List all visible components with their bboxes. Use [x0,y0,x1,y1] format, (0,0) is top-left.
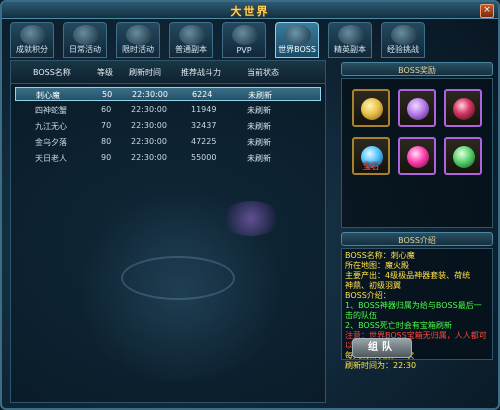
pink-crystal-icon [407,146,429,168]
intro-line: 1、BOSS神器归属为给与BOSS最后一击的队伍 [345,301,482,320]
recommended-power: 47225 [191,137,217,146]
reward-slot[interactable]: 宝石 [352,137,390,175]
crossed-swords-icon [232,25,258,45]
column-header-power: 推荐战斗力 [181,68,221,77]
reward-slot[interactable] [444,137,482,175]
reward-slot[interactable] [398,89,436,127]
table-row[interactable]: 刺心魔 50 22:30:00 6224 未刷新 [15,87,321,101]
gate-icon [179,25,205,45]
calendar-icon [73,25,99,45]
table-row[interactable]: 金乌夕落 80 22:30:00 47225 未刷新 [15,135,321,149]
boss-level: 80 [101,137,112,146]
status-text: 未刷新 [247,106,271,115]
tab-label: 限时活动 [122,45,154,54]
tab-label: 普通副本 [175,45,207,54]
green-feather-icon [453,146,475,168]
table-header: BOSS名称 等级 刷新时间 推荐战斗力 当前状态 [11,61,325,84]
boss-name: 金乌夕落 [35,138,67,147]
window-title: 大世界 [230,5,270,18]
column-header-name: BOSS名称 [33,68,71,77]
refresh-time: 22:30:00 [131,121,167,130]
intro-line: BOSS名称：刺心魔 [345,251,415,260]
rewards-header: BOSS奖励 [341,62,493,76]
tab-label: 日常活动 [69,45,101,54]
boss-name: 刺心魔 [36,91,60,100]
tab-daily-activities[interactable]: 日常活动 [63,22,107,58]
boss-name: 四神蛇蟹 [35,106,67,115]
scroll-icon [20,25,46,45]
star-icon [391,25,417,45]
intro-header: BOSS介绍 [341,232,493,246]
boss-level: 50 [102,90,113,99]
boss-name: 天日老人 [35,154,67,163]
column-header-time: 刷新时间 [129,68,161,77]
world-boss-window: 大世界 × 成就积分 日常活动 限时活动 普通副本 PVP 世界BOSS 精英副… [0,0,500,410]
background-ring [121,256,235,300]
tab-label: 成就积分 [16,45,48,54]
dragon-icon [285,25,311,45]
refresh-time: 22:30:00 [131,153,167,162]
boss-detail-panel: BOSS奖励 宝石 BOSS介绍 BOSS名称：刺心魔 所在地图：魔火殿 主要产… [337,60,496,403]
recommended-power: 11949 [191,105,217,114]
boss-level: 60 [101,105,112,114]
tab-label: 世界BOSS [278,45,316,54]
column-header-status: 当前状态 [247,68,279,77]
tab-elite-dungeon[interactable]: 精英副本 [328,22,372,58]
tab-normal-dungeon[interactable]: 普通副本 [169,22,213,58]
hourglass-icon [126,25,152,45]
reward-slot[interactable] [398,137,436,175]
tab-exp-challenge[interactable]: 经验挑战 [381,22,425,58]
status-text: 未刷新 [247,154,271,163]
close-button[interactable]: × [480,4,494,18]
intro-title: BOSS介绍 [398,236,436,245]
refresh-time: 22:30:00 [132,90,168,99]
boss-model-preview [221,201,281,236]
tab-label: 经验挑战 [387,45,419,54]
intro-line: 神鼎、初级羽翼 [345,281,401,290]
status-text: 未刷新 [247,122,271,131]
table-row[interactable]: 九江无心 70 22:30:00 32437 未刷新 [15,119,321,133]
refresh-time: 22:30:00 [131,105,167,114]
boss-level: 70 [101,121,112,130]
category-tabs: 成就积分 日常活动 限时活动 普通副本 PVP 世界BOSS 精英副本 经验挑战 [10,22,498,60]
tab-achievement-points[interactable]: 成就积分 [10,22,54,58]
refresh-time: 22:30:00 [131,137,167,146]
dark-orb-icon [453,98,475,120]
purple-wing-icon [407,98,429,120]
status-text: 未刷新 [248,91,272,100]
rewards-grid: 宝石 [341,78,493,228]
tab-limited-events[interactable]: 限时活动 [116,22,160,58]
tab-pvp[interactable]: PVP [222,22,266,58]
table-row[interactable]: 四神蛇蟹 60 22:30:00 11949 未刷新 [15,103,321,117]
gold-ingot-icon [361,98,383,120]
recommended-power: 6224 [192,90,213,99]
reward-slot[interactable] [444,89,482,127]
column-header-level: 等级 [97,68,113,77]
team-up-button[interactable]: 组队 [352,338,412,358]
castle-icon [338,25,364,45]
intro-line: 所在地图：魔火殿 [345,261,409,270]
intro-line: BOSS介绍： [345,291,391,300]
reward-slot[interactable] [352,89,390,127]
boss-level: 90 [101,153,112,162]
status-text: 未刷新 [247,138,271,147]
rewards-title: BOSS奖励 [398,66,436,75]
table-row[interactable]: 天日老人 90 22:30:00 55000 未刷新 [15,151,321,165]
reward-label: 宝石 [363,162,379,171]
tab-label: 精英副本 [334,45,366,54]
tab-label: PVP [236,46,252,55]
intro-line: 2、BOSS死亡时会有宝箱刷新 [345,321,452,330]
recommended-power: 55000 [191,153,217,162]
boss-list-panel: BOSS名称 等级 刷新时间 推荐战斗力 当前状态 刺心魔 50 22:30:0… [10,60,326,403]
intro-line: 主要产出：4级极品神器套装、荷统 [345,271,471,280]
tab-world-boss[interactable]: 世界BOSS [275,22,319,58]
boss-name: 九江无心 [35,122,67,131]
intro-line: 刷新时间为：22:30 [345,361,417,370]
recommended-power: 32437 [191,121,217,130]
title-bar[interactable]: 大世界 × [2,2,498,19]
